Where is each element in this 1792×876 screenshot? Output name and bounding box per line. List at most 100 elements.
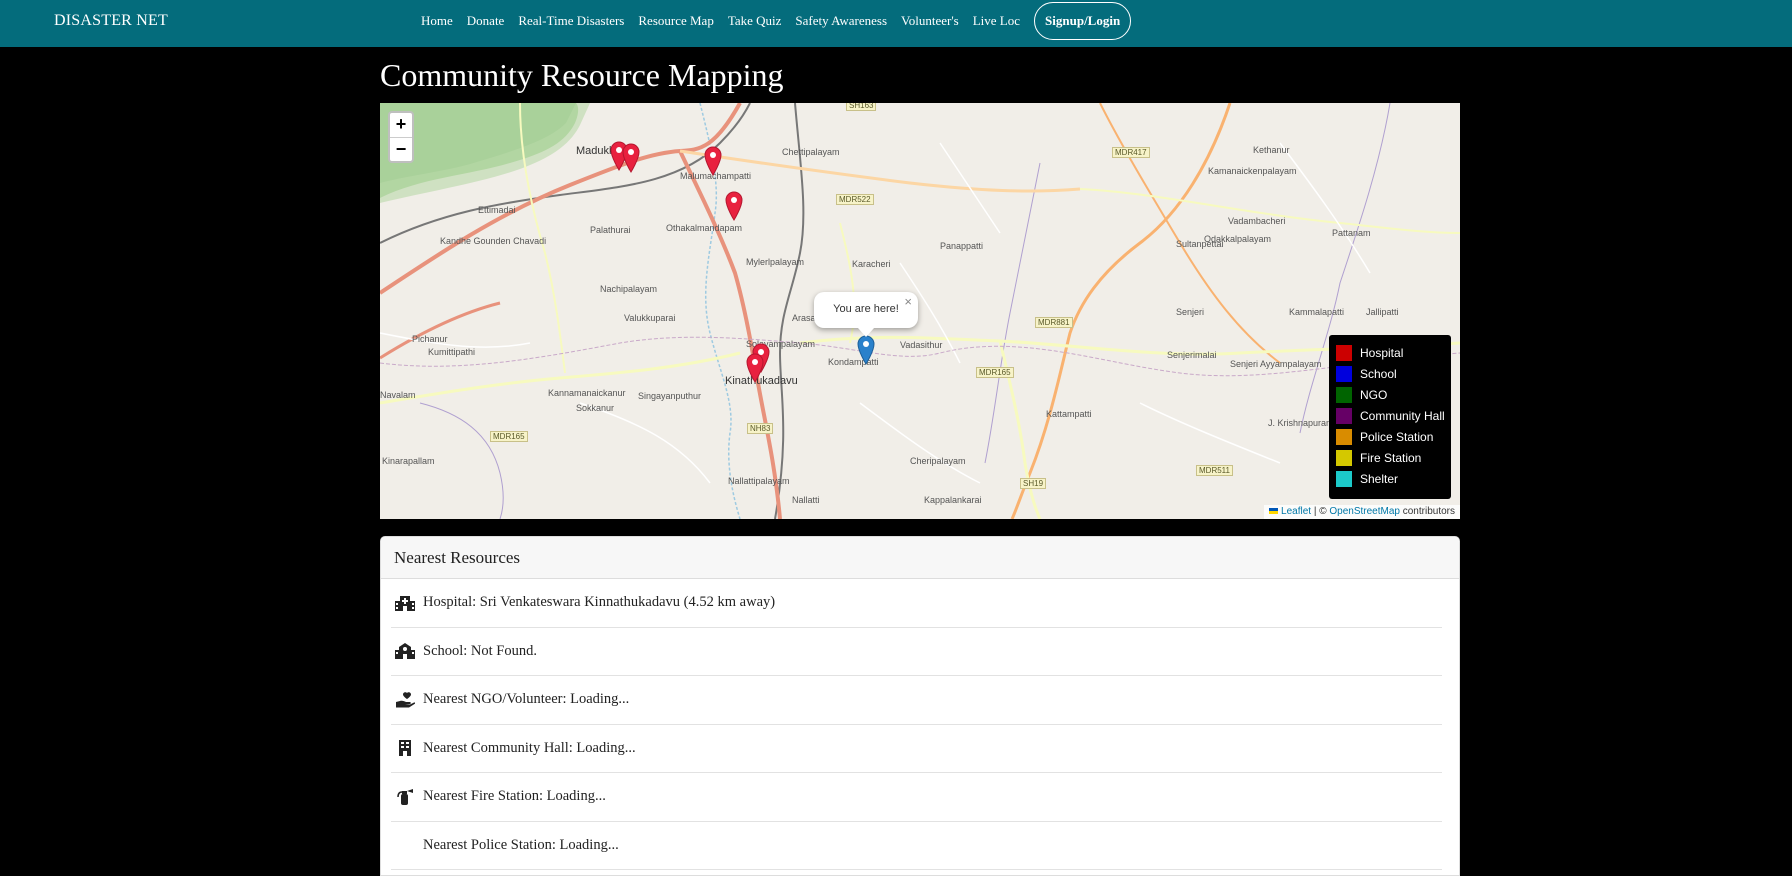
legend-item-fire-station: Fire Station [1336, 447, 1444, 468]
resource-text: Nearest Community Hall: Loading... [423, 739, 636, 756]
hospital-icon [393, 594, 417, 612]
map-label-nachipalayam: Nachipalayam [600, 284, 658, 294]
resource-item-police-station: Nearest Police Station: Loading... [391, 822, 1442, 870]
map-label-sultanpettai: Sultanpettai [1176, 239, 1224, 249]
map-label-chettipalayam: Chettipalayam [782, 147, 840, 157]
resource-item-community-hall: Nearest Community Hall: Loading... [391, 725, 1442, 773]
nav-link-resource-map[interactable]: Resource Map [638, 13, 713, 29]
map-label-valukkuparai: Valukkuparai [624, 313, 676, 323]
legend-swatch [1336, 386, 1352, 403]
resource-item-school: School: Not Found. [391, 628, 1442, 676]
nav-link-real-time-disasters[interactable]: Real-Time Disasters [518, 13, 624, 29]
legend-item-police-station: Police Station [1336, 426, 1444, 447]
map-label-pattanam: Pattanam [1332, 228, 1371, 238]
nav-link-donate[interactable]: Donate [467, 13, 505, 29]
map-label-mylerlpalayam: Mylerlpalayam [746, 257, 805, 267]
legend-label: Police Station [1360, 429, 1434, 444]
map-label-nallattipalayam: Nallattipalayam [728, 476, 790, 486]
resource-list: Hospital: Sri Venkateswara Kinnathukadav… [381, 579, 1459, 870]
road-shield: NH83 [747, 423, 774, 434]
resource-text: Nearest Police Station: Loading... [423, 836, 619, 853]
hand-holding-heart-icon [393, 691, 417, 709]
map-label-singayanputhur: Singayanputhur [638, 391, 702, 401]
legend-swatch [1336, 428, 1352, 445]
map-label-pichanur: Pichanur [412, 334, 448, 344]
resource-item-ngo: Nearest NGO/Volunteer: Loading... [391, 676, 1442, 725]
map-label-kinarapallam: Kinarapallam [382, 456, 435, 466]
resource-map[interactable]: Madukkarai Malumachampatti Chettipalayam… [380, 103, 1460, 519]
road-shield: MDR511 [1196, 465, 1233, 476]
nav-link-safety-awareness[interactable]: Safety Awareness [795, 13, 887, 29]
resource-text: Nearest NGO/Volunteer: Loading... [423, 691, 630, 708]
legend-swatch [1336, 449, 1352, 466]
osm-link[interactable]: OpenStreetMap [1329, 506, 1400, 517]
page-title: Community Resource Mapping [380, 57, 784, 93]
nav-link-take-quiz[interactable]: Take Quiz [728, 13, 782, 29]
map-label-cheripalayam: Cheripalayam [910, 456, 966, 466]
popup-close-button[interactable]: × [904, 294, 912, 309]
map-label-karacheri: Karacheri [852, 259, 891, 269]
legend-item-shelter: Shelter [1336, 468, 1444, 489]
legend-item-school: School [1336, 363, 1444, 384]
road-shield: MDR165 [976, 367, 1014, 378]
legend-item-ngo: NGO [1336, 384, 1444, 405]
nav-link-volunteers[interactable]: Volunteer's [901, 13, 959, 29]
popup-tip [858, 328, 874, 337]
map-label-jallipatti: Jallipatti [1366, 307, 1399, 317]
building-icon [393, 739, 417, 757]
map-marker-icon[interactable] [725, 191, 743, 221]
zoom-in-button[interactable]: + [390, 113, 412, 137]
map-label-sokkanur: Sokkanur [576, 403, 615, 413]
leaflet-link[interactable]: Leaflet [1281, 506, 1311, 517]
road-shield: MDR165 [490, 431, 528, 442]
attribution-suffix: contributors [1399, 506, 1455, 517]
map-label-kamanaickenpalayam: Kamanaickenpalayam [1208, 166, 1297, 176]
map-label-senjeri-ayyampalayam: Senjeri Ayyampalayam [1230, 359, 1322, 369]
nav-links: Home Donate Real-Time Disasters Resource… [421, 0, 1132, 41]
legend-label: Fire Station [1360, 450, 1422, 465]
nav-link-home[interactable]: Home [421, 13, 453, 29]
map-marker-icon[interactable] [622, 143, 640, 173]
zoom-control: + − [388, 111, 414, 163]
signup-login-button[interactable]: Signup/Login [1034, 1, 1132, 40]
map-attribution: Leaflet | © OpenStreetMap contributors [1264, 505, 1460, 519]
map-label-kappalankarai: Kappalankarai [924, 495, 982, 505]
legend-label: School [1360, 366, 1397, 381]
legend-item-community-hall: Community Hall [1336, 405, 1445, 426]
resource-text: Hospital: Sri Venkateswara Kinnathukadav… [423, 594, 776, 611]
fire-extinguisher-icon [393, 788, 417, 806]
map-label-kumittipathi: Kumittipathi [428, 347, 476, 357]
road-shield: MDR522 [836, 194, 874, 205]
map-label-senjeri: Senjeri [1176, 307, 1205, 317]
map-label-senjerimalai: Senjerimalai [1167, 350, 1217, 360]
school-icon [393, 642, 417, 660]
legend-item-hospital: Hospital [1336, 342, 1444, 363]
map-label-kammalapatti: Kammalapatti [1289, 307, 1345, 317]
road-shield: MDR881 [1035, 317, 1073, 328]
road-shield: SH19 [1020, 478, 1047, 489]
map-marker-icon[interactable] [704, 146, 722, 176]
legend-swatch [1336, 365, 1352, 382]
map-marker-icon[interactable] [746, 353, 764, 383]
zoom-out-button[interactable]: − [390, 137, 412, 161]
resource-item-fire-station: Nearest Fire Station: Loading... [391, 773, 1442, 822]
card-header: Nearest Resources [381, 537, 1459, 579]
nav-link-live-loc[interactable]: Live Loc [973, 13, 1020, 29]
legend-label: NGO [1360, 387, 1388, 402]
legend-label: Community Hall [1360, 408, 1445, 423]
user-location-marker-icon[interactable] [857, 335, 875, 365]
map-label-kannamanaickanur: Kannamanaickanur [548, 388, 626, 398]
legend-label: Shelter [1360, 471, 1399, 486]
map-legend: Hospital School NGO Community Hall Polic… [1329, 335, 1451, 499]
nearest-resources-card: Nearest Resources Hospital: Sri Venkates… [380, 536, 1460, 876]
map-label-navalam: Navalam [380, 390, 416, 400]
map-label-nallatti: Nallatti [792, 495, 820, 505]
map-label-kattampatti: Kattampatti [1046, 409, 1092, 419]
resource-item-hospital: Hospital: Sri Venkateswara Kinnathukadav… [391, 579, 1442, 628]
legend-swatch [1336, 344, 1352, 361]
brand-logo-text[interactable]: DISASTER NET [54, 0, 168, 41]
map-label-kandhe-gounden-chavadi: Kandhe Gounden Chavadi [440, 236, 547, 246]
map-label-vadambacheri: Vadambacheri [1228, 216, 1286, 226]
popup-text: You are here! [833, 303, 899, 315]
map-label-vadasithur: Vadasithur [900, 340, 943, 350]
